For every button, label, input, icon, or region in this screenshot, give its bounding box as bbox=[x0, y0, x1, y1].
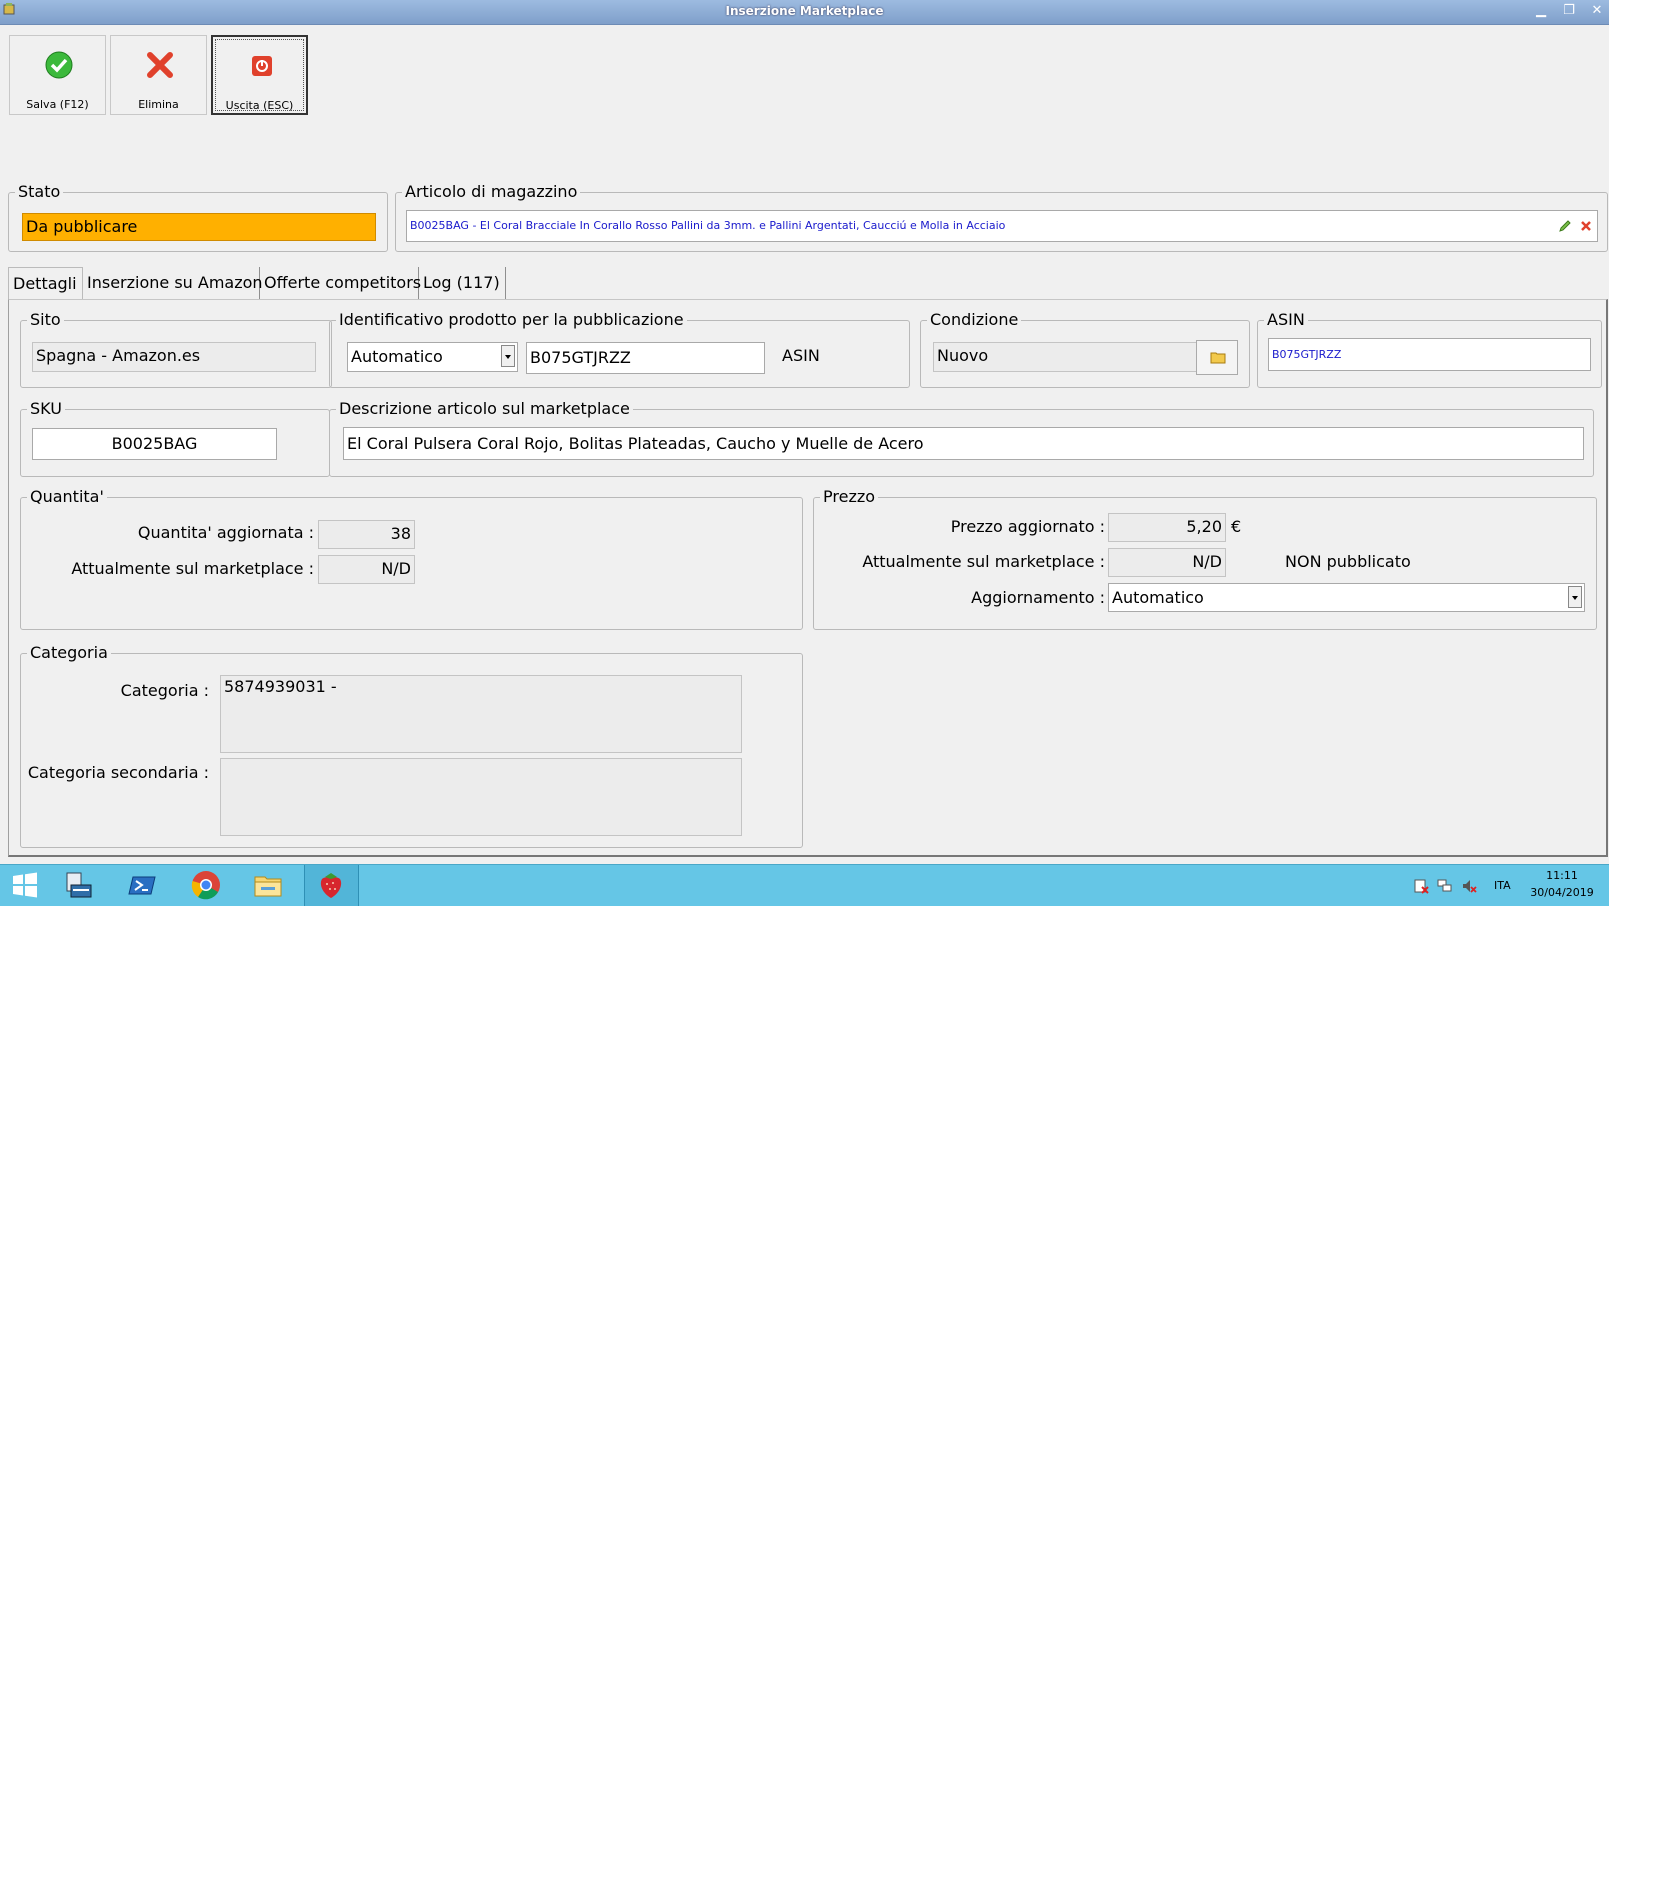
check-icon bbox=[45, 51, 73, 79]
chevron-down-icon[interactable] bbox=[501, 345, 515, 367]
taskbar-active-app[interactable] bbox=[304, 865, 359, 906]
quantita-updated-field[interactable]: 38 bbox=[318, 520, 415, 549]
prezzo-group: Prezzo Prezzo aggiornato : 5,20 € Attual… bbox=[813, 487, 1597, 630]
quantita-group: Quantita' Quantita' aggiornata : 38 Attu… bbox=[20, 487, 803, 630]
condizione-group: Condizione Nuovo bbox=[920, 310, 1250, 388]
categoria-primary-field[interactable]: 5874939031 - bbox=[220, 675, 742, 753]
identificativo-group: Identificativo prodotto per la pubblicaz… bbox=[329, 310, 910, 388]
tab-log[interactable]: Log (117) bbox=[419, 267, 506, 299]
articolo-legend: Articolo di magazzino bbox=[402, 182, 581, 202]
tab-dettagli[interactable]: Dettagli bbox=[8, 267, 83, 299]
exit-button[interactable]: Uscita (ESC) bbox=[211, 35, 308, 115]
clear-x-icon[interactable] bbox=[1579, 219, 1593, 233]
condizione-legend: Condizione bbox=[927, 310, 1022, 330]
prezzo-update-label: Aggiornamento : bbox=[971, 588, 1105, 607]
prezzo-status: NON pubblicato bbox=[1285, 552, 1411, 571]
tab-offerte-competitors[interactable]: Offerte competitors bbox=[260, 267, 421, 299]
identificativo-code-input[interactable]: B075GTJRZZ bbox=[526, 342, 765, 374]
categoria-legend: Categoria bbox=[27, 643, 111, 663]
prezzo-updated-field[interactable]: 5,20 bbox=[1108, 513, 1226, 542]
volume-icon[interactable] bbox=[1461, 878, 1477, 894]
chrome-icon[interactable] bbox=[190, 869, 222, 901]
identificativo-mode-value: Automatico bbox=[351, 347, 443, 366]
categoria-secondary-label: Categoria secondaria : bbox=[27, 763, 209, 782]
close-window-button[interactable]: ✕ bbox=[1585, 1, 1609, 20]
file-explorer-icon[interactable] bbox=[252, 869, 284, 901]
edit-pencil-icon[interactable] bbox=[1558, 219, 1572, 233]
taskbar: ITA 11:11 30/04/2019 bbox=[0, 864, 1609, 906]
tab-panel-dettagli: Sito Spagna - Amazon.es Identificativo p… bbox=[8, 299, 1608, 857]
prezzo-currency: € bbox=[1231, 517, 1242, 536]
application-window: Inserzione Marketplace ▁ ❐ ✕ Salva (F12)… bbox=[0, 0, 1609, 906]
descrizione-legend: Descrizione articolo sul marketplace bbox=[336, 399, 633, 419]
prezzo-current-field: N/D bbox=[1108, 548, 1226, 577]
clock-time[interactable]: 11:11 bbox=[1530, 869, 1594, 882]
articolo-link[interactable]: B0025BAG - El Coral Bracciale In Corallo… bbox=[410, 219, 1005, 232]
quantita-current-field: N/D bbox=[318, 555, 415, 584]
categoria-group: Categoria Categoria : 5874939031 - Categ… bbox=[20, 643, 803, 848]
quantita-legend: Quantita' bbox=[27, 487, 107, 507]
sito-group: Sito Spagna - Amazon.es bbox=[20, 310, 332, 388]
sku-field[interactable]: B0025BAG bbox=[32, 428, 277, 460]
categoria-secondary-field[interactable] bbox=[220, 758, 742, 836]
quantita-current-label: Attualmente sul marketplace : bbox=[71, 559, 314, 578]
prezzo-legend: Prezzo bbox=[820, 487, 879, 507]
restore-button[interactable]: ❐ bbox=[1557, 1, 1581, 20]
chevron-down-icon[interactable] bbox=[1568, 586, 1582, 608]
network-icon[interactable] bbox=[1437, 878, 1453, 894]
stato-group: Stato Da pubblicare bbox=[8, 182, 388, 252]
stato-legend: Stato bbox=[15, 182, 64, 202]
title-bar: Inserzione Marketplace ▁ ❐ ✕ bbox=[0, 0, 1609, 25]
identificativo-legend: Identificativo prodotto per la pubblicaz… bbox=[336, 310, 687, 330]
prezzo-update-value: Automatico bbox=[1112, 588, 1204, 607]
articolo-field[interactable]: B0025BAG - El Coral Bracciale In Corallo… bbox=[406, 210, 1598, 242]
asin-link[interactable]: B075GTJRZZ bbox=[1272, 348, 1341, 361]
window-title: Inserzione Marketplace bbox=[725, 4, 884, 18]
exit-label: Uscita (ESC) bbox=[225, 99, 294, 112]
sito-legend: Sito bbox=[27, 310, 64, 330]
prezzo-updated-label: Prezzo aggiornato : bbox=[950, 517, 1105, 536]
asin-legend: ASIN bbox=[1264, 310, 1308, 330]
delete-x-icon bbox=[147, 52, 173, 78]
folder-icon bbox=[1210, 352, 1226, 364]
descrizione-group: Descrizione articolo sul marketplace El … bbox=[329, 399, 1594, 477]
powershell-icon[interactable] bbox=[127, 869, 159, 901]
articolo-group: Articolo di magazzino B0025BAG - El Cora… bbox=[395, 182, 1608, 252]
categoria-primary-label: Categoria : bbox=[120, 681, 209, 700]
stato-field[interactable]: Da pubblicare bbox=[22, 213, 376, 241]
clock-date[interactable]: 30/04/2019 bbox=[1530, 886, 1594, 899]
identificativo-type-label: ASIN bbox=[782, 346, 820, 365]
sito-field[interactable]: Spagna - Amazon.es bbox=[32, 342, 316, 372]
prezzo-update-select[interactable]: Automatico bbox=[1108, 583, 1585, 612]
windows-start-icon[interactable] bbox=[9, 869, 41, 901]
quantita-updated-label: Quantita' aggiornata : bbox=[137, 523, 314, 542]
action-center-icon[interactable] bbox=[1413, 878, 1429, 894]
sku-group: SKU B0025BAG bbox=[20, 399, 330, 477]
prezzo-current-label: Attualmente sul marketplace : bbox=[862, 552, 1105, 571]
asin-field[interactable]: B075GTJRZZ bbox=[1268, 338, 1591, 371]
delete-label: Elimina bbox=[138, 98, 179, 111]
identificativo-mode-select[interactable]: Automatico bbox=[347, 342, 518, 372]
minimize-button[interactable]: ▁ bbox=[1529, 1, 1553, 20]
asin-group: ASIN B075GTJRZZ bbox=[1257, 310, 1602, 388]
power-icon bbox=[252, 56, 272, 76]
tab-inserzione-amazon[interactable]: Inserzione su Amazon bbox=[83, 267, 263, 299]
condizione-field[interactable]: Nuovo bbox=[933, 342, 1205, 372]
language-indicator[interactable]: ITA bbox=[1494, 879, 1511, 892]
save-button[interactable]: Salva (F12) bbox=[9, 35, 106, 115]
delete-button[interactable]: Elimina bbox=[110, 35, 207, 115]
sku-legend: SKU bbox=[27, 399, 65, 419]
server-manager-icon[interactable] bbox=[63, 869, 95, 901]
strawberry-app-icon bbox=[320, 873, 342, 898]
descrizione-field[interactable]: El Coral Pulsera Coral Rojo, Bolitas Pla… bbox=[343, 427, 1584, 460]
condizione-browse-button[interactable] bbox=[1196, 340, 1238, 375]
save-label: Salva (F12) bbox=[26, 98, 89, 111]
